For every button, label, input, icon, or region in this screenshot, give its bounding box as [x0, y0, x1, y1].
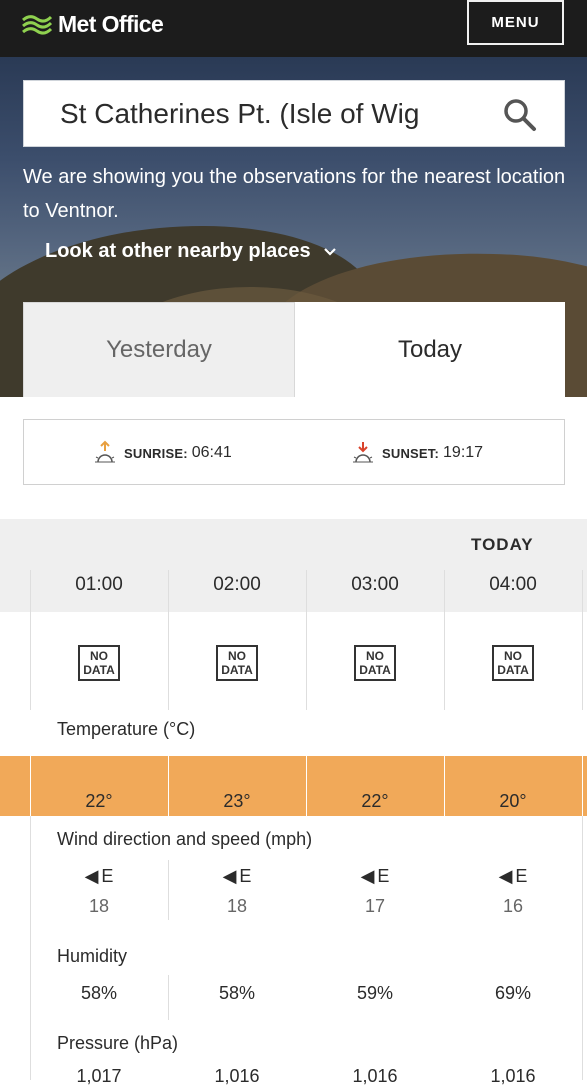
- wind-direction-value: E: [239, 866, 252, 886]
- humidity-value: 58%: [218, 983, 256, 1003]
- sunrise-item: SUNRISE: 06:41: [94, 440, 232, 466]
- wind-speed: 16: [502, 896, 524, 916]
- wind-direction: ◀ E: [306, 866, 444, 887]
- temperature-value: 22°: [361, 791, 389, 811]
- wind-direction-value: E: [101, 866, 114, 886]
- search-icon[interactable]: [502, 97, 538, 133]
- wind-arrow-icon: ◀: [360, 866, 375, 886]
- no-data-icon: NO DATA: [216, 645, 258, 681]
- time-slot: 02:00: [213, 574, 261, 595]
- temperature-value: 20°: [499, 791, 527, 811]
- sunrise-time: 06:41: [191, 444, 232, 461]
- pressure-label: Pressure (hPa): [57, 1033, 179, 1053]
- met-office-wave-icon: [22, 15, 52, 35]
- no-data-icon: NO DATA: [492, 645, 534, 681]
- pressure-value: 1,016: [352, 1066, 398, 1086]
- nearby-places-toggle[interactable]: Look at other nearby places: [45, 240, 337, 263]
- wind-direction-value: E: [515, 866, 528, 886]
- pressure-value: 1,016: [214, 1066, 260, 1086]
- time-slot: 04:00: [489, 574, 537, 595]
- sunset-label: SUNSET:: [382, 445, 440, 461]
- time-header-band: [0, 519, 587, 612]
- sunset-time: 19:17: [443, 444, 484, 461]
- location-search-box[interactable]: St Catherines Pt. (Isle of Wig: [23, 80, 565, 147]
- chevron-down-icon: [323, 247, 336, 256]
- tab-yesterday[interactable]: Yesterday: [23, 302, 295, 397]
- column-divider: [582, 756, 583, 816]
- wind-arrow-icon: ◀: [498, 866, 513, 886]
- wind-direction-value: E: [377, 866, 390, 886]
- pressure-value: 1,017: [76, 1066, 122, 1086]
- wind-direction: ◀ E: [30, 866, 168, 887]
- humidity-label: Humidity: [57, 946, 128, 966]
- met-office-logo[interactable]: Met Office: [22, 8, 164, 40]
- no-data-icon: NO DATA: [78, 645, 120, 681]
- sunset-icon: [353, 442, 373, 463]
- wind-arrow-icon: ◀: [222, 866, 237, 886]
- temperature-value: 22°: [85, 791, 113, 811]
- sun-times-panel: SUNRISE: 06:41 SUNSET: 19:17: [23, 419, 565, 485]
- wind-speed: 18: [88, 896, 110, 916]
- column-divider: [582, 816, 583, 1080]
- pressure-value: 1,016: [490, 1066, 536, 1086]
- wind-direction: ◀ E: [168, 866, 306, 887]
- tab-today[interactable]: Today: [295, 302, 565, 397]
- menu-button[interactable]: MENU: [467, 0, 564, 45]
- humidity-value: 69%: [494, 983, 532, 1003]
- wind-label: Wind direction and speed (mph): [57, 829, 313, 849]
- sunrise-label: SUNRISE:: [124, 445, 188, 461]
- search-input[interactable]: St Catherines Pt. (Isle of Wig: [60, 98, 460, 130]
- wind-speed: 17: [364, 896, 386, 916]
- brand-name: Met Office: [58, 10, 164, 37]
- nearest-location-notice: We are showing you the observations for …: [23, 166, 566, 222]
- sunset-item: SUNSET: 19:17: [352, 440, 483, 466]
- day-label: TODAY: [471, 535, 534, 554]
- humidity-value: 58%: [80, 983, 118, 1003]
- time-slot: 03:00: [351, 574, 399, 595]
- temperature-value: 23°: [223, 791, 251, 811]
- wind-arrow-icon: ◀: [84, 866, 99, 886]
- nearby-places-label: Look at other nearby places: [45, 240, 311, 262]
- humidity-value: 59%: [356, 983, 394, 1003]
- column-divider: [582, 570, 583, 710]
- no-data-icon: NO DATA: [354, 645, 396, 681]
- column-divider: [30, 816, 31, 1080]
- temperature-label: Temperature (°C): [57, 719, 196, 739]
- wind-speed: 18: [226, 896, 248, 916]
- time-slot: 01:00: [75, 574, 123, 595]
- wind-direction: ◀ E: [444, 866, 582, 887]
- sunrise-icon: [95, 440, 115, 463]
- top-bar: Met Office MENU: [0, 0, 587, 57]
